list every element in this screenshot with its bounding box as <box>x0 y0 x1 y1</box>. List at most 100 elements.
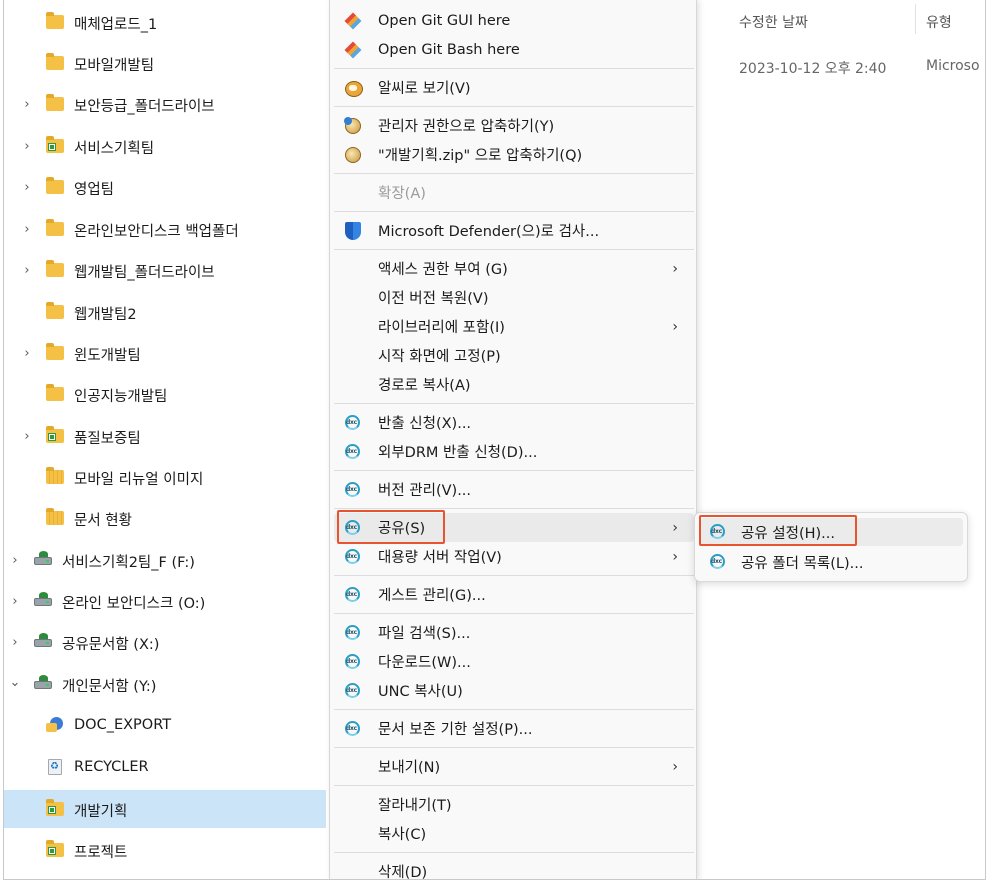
column-header-type[interactable]: 유형 <box>926 12 952 32</box>
tree-item[interactable]: 인공지능개발팀 <box>4 375 326 413</box>
context-menu-item[interactable]: dxc 반출 신청(X)... <box>334 408 694 437</box>
submenu-item-label: 공유 설정(H)... <box>741 525 836 542</box>
context-menu-item[interactable]: dxc 대용량 서버 작업(V) › <box>334 542 694 571</box>
tree-item[interactable]: › 윈도개발팀 <box>4 334 326 372</box>
striped-folder-icon <box>46 467 66 484</box>
column-separator[interactable] <box>915 4 916 34</box>
menu-separator <box>334 106 694 107</box>
context-menu-item[interactable]: 확장(A) <box>334 178 694 207</box>
context-menu-item[interactable]: 라이브러리에 포함(I) › <box>334 312 694 341</box>
menu-item-label: 경로로 복사(A) <box>378 378 471 394</box>
tree-item[interactable]: › 웹개발팀_폴더드라이브 <box>4 251 326 289</box>
tree-item-label: 개인문서함 (Y:) <box>62 679 157 695</box>
expand-chevron-icon[interactable]: › <box>20 180 34 195</box>
menu-separator <box>334 211 694 212</box>
menu-item-label: 라이브러리에 포함(I) <box>378 320 505 336</box>
tree-item[interactable]: 문서 현황 <box>4 499 326 537</box>
tree-item[interactable]: 모바일 리뉴얼 이미지 <box>4 458 326 496</box>
docs-icon: dxc <box>344 653 362 671</box>
tree-item-label: 웹개발팀_폴더드라이브 <box>74 265 215 281</box>
tree-item[interactable]: › 온라인 보안디스크 (O:) <box>4 582 326 620</box>
network-drive-icon <box>34 551 54 567</box>
submenu-item[interactable]: dxc 공유 설정(H)... <box>701 518 963 546</box>
expand-chevron-icon[interactable]: › <box>8 594 22 609</box>
submenu-item[interactable]: dxc 공유 폴더 목록(L)... <box>701 548 963 576</box>
expand-chevron-icon[interactable]: › <box>20 346 34 361</box>
context-menu-item[interactable]: dxc 버전 관리(V)... <box>334 475 694 504</box>
file-explorer-window: 매체업로드_1 모바일개발팀 › 보안등급_폴더드라이브 › 서비스기획팀 › 영업팀 › 온라인… <box>3 0 986 880</box>
tree-item-label: 프로젝트 <box>74 845 128 861</box>
context-menu-item[interactable]: dxc 문서 보존 기한 설정(P)... <box>334 714 694 743</box>
tree-item-label: RECYCLER <box>74 759 149 775</box>
tree-item[interactable]: › 공유문서함 (X:) <box>4 623 326 661</box>
tree-item[interactable]: RECYCLER <box>4 749 326 787</box>
context-menu-item[interactable]: Open Git Bash here <box>334 35 694 64</box>
tree-item[interactable]: 웹개발팀2 <box>4 293 326 331</box>
folder-icon <box>46 12 66 29</box>
context-menu-item[interactable]: dxc 파일 검색(S)... <box>334 618 694 647</box>
tree-item[interactable]: › 보안등급_폴더드라이브 <box>4 85 326 123</box>
context-menu-item[interactable]: 복사(C) <box>334 819 694 848</box>
expand-chevron-icon[interactable]: › <box>20 222 34 237</box>
context-menu-item[interactable]: dxc 게스트 관리(G)... <box>334 580 694 609</box>
context-menu-item[interactable]: dxc 외부DRM 반출 신청(D)... <box>334 437 694 466</box>
context-menu-item[interactable]: 보내기(N) › <box>334 752 694 781</box>
expand-chevron-icon[interactable]: › <box>8 553 22 568</box>
shared-folder-icon <box>46 840 66 857</box>
tree-item[interactable]: › 서비스기획2팀_F (F:) <box>4 541 326 579</box>
context-menu-item[interactable]: 알씨로 보기(V) <box>334 73 694 102</box>
menu-item-label: 삭제(D) <box>378 865 428 880</box>
menu-item-label: 파일 검색(S)... <box>378 626 471 642</box>
submenu-arrow-icon: › <box>672 548 678 565</box>
tree-item-label: 서비스기획2팀_F (F:) <box>62 555 195 571</box>
tree-item[interactable]: 개발기획 <box>4 790 326 828</box>
tree-item[interactable]: 매체업로드_1 <box>4 3 326 41</box>
menu-separator <box>334 785 694 786</box>
context-menu-item[interactable]: "개발기획.zip" 으로 압축하기(Q) <box>334 140 694 169</box>
expand-chevron-icon[interactable]: › <box>8 635 22 650</box>
navigation-pane: 매체업로드_1 모바일개발팀 › 보안등급_폴더드라이브 › 서비스기획팀 › 영업팀 › 온라인… <box>4 0 326 879</box>
column-header-modified[interactable]: 수정한 날짜 <box>739 12 808 32</box>
collapse-chevron-icon[interactable]: ⌄ <box>8 675 22 690</box>
menu-item-label: "개발기획.zip" 으로 압축하기(Q) <box>378 148 583 164</box>
tree-item[interactable]: 모바일개발팀 <box>4 44 326 82</box>
context-menu-item[interactable]: dxc 공유(S) › <box>334 513 694 542</box>
tree-item[interactable]: › 영업팀 <box>4 168 326 206</box>
expand-chevron-icon[interactable]: › <box>20 429 34 444</box>
context-menu-item[interactable]: 잘라내기(T) <box>334 790 694 819</box>
context-menu-item[interactable]: dxc UNC 복사(U) <box>334 676 694 705</box>
context-menu-item[interactable]: 경로로 복사(A) <box>334 370 694 399</box>
expand-chevron-icon[interactable]: › <box>20 97 34 112</box>
menu-item-label: 문서 보존 기한 설정(P)... <box>378 722 533 738</box>
folder-icon <box>46 343 66 360</box>
tree-item[interactable]: › 서비스기획팀 <box>4 127 326 165</box>
tree-item[interactable]: 프로젝트 <box>4 831 326 869</box>
context-menu-item[interactable]: Microsoft Defender(으)로 검사... <box>334 216 694 245</box>
context-menu-item[interactable]: 삭제(D) <box>334 857 694 880</box>
menu-item-label: 관리자 권한으로 압축하기(Y) <box>378 119 555 135</box>
tree-item[interactable]: › 온라인보안디스크 백업폴더 <box>4 210 326 248</box>
context-menu-item[interactable]: 이전 버전 복원(V) <box>334 283 694 312</box>
tree-item[interactable]: DOC_EXPORT <box>4 707 326 745</box>
tree-item-label: 서비스기획팀 <box>74 141 155 157</box>
folder-icon <box>46 260 66 277</box>
tree-item-label: DOC_EXPORT <box>74 717 172 733</box>
context-menu-item[interactable]: 관리자 권한으로 압축하기(Y) <box>334 111 694 140</box>
tree-item[interactable]: › 품질보증팀 <box>4 417 326 455</box>
expand-chevron-icon[interactable]: › <box>20 139 34 154</box>
menu-item-label: 복사(C) <box>378 827 427 843</box>
menu-separator <box>334 508 694 509</box>
context-menu-item[interactable]: dxc 다운로드(W)... <box>334 647 694 676</box>
tree-item-label: 웹개발팀2 <box>74 307 137 323</box>
tree-item-label: 보안등급_폴더드라이브 <box>74 99 215 115</box>
menu-item-label: Open Git Bash here <box>378 41 520 58</box>
menu-item-label: 버전 관리(V)... <box>378 483 472 499</box>
context-menu-item[interactable]: Open Git GUI here <box>334 6 694 35</box>
context-menu-item[interactable]: 시작 화면에 고정(P) <box>334 341 694 370</box>
context-menu-item[interactable]: 액세스 권한 부여 (G) › <box>334 254 694 283</box>
tree-item[interactable]: ⌄ 개인문서함 (Y:) <box>4 665 326 703</box>
recycle-icon <box>46 759 66 775</box>
expand-chevron-icon[interactable]: › <box>20 263 34 278</box>
docs-icon: dxc <box>344 624 362 642</box>
menu-separator <box>334 403 694 404</box>
